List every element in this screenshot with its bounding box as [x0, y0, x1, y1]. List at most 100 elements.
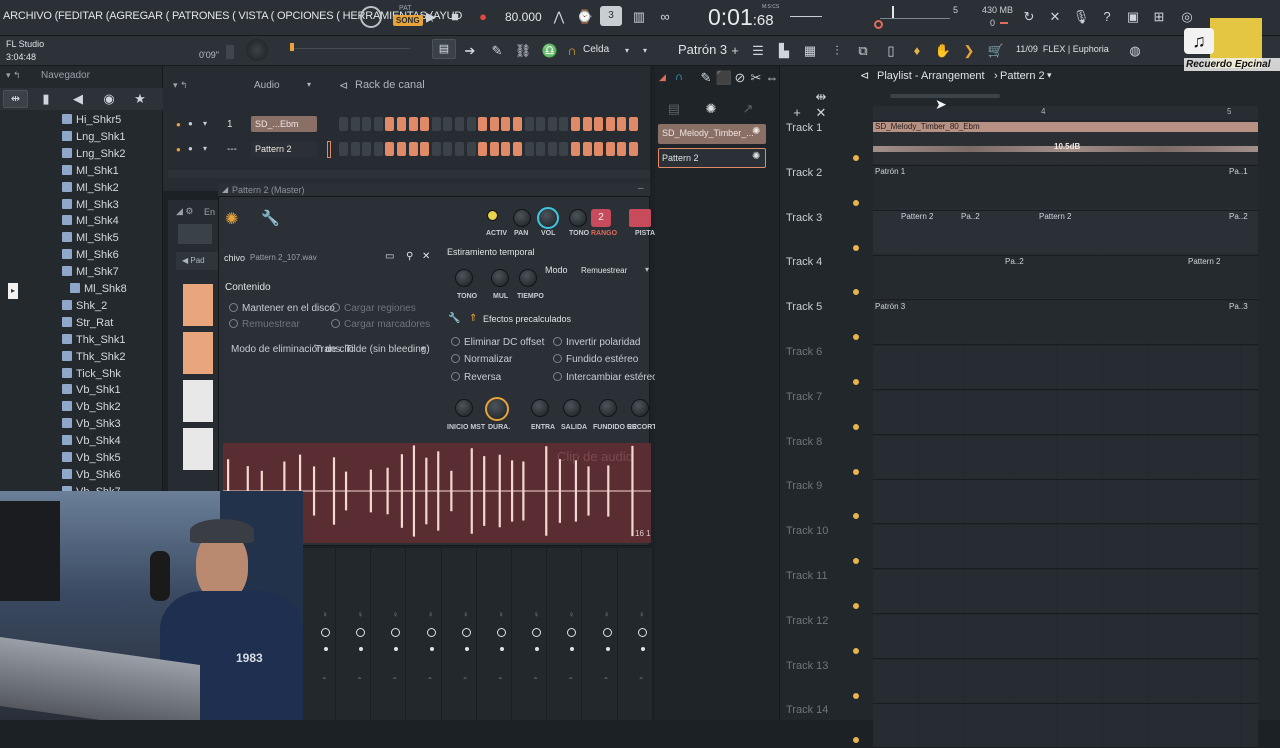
- clipboard-icon[interactable]: ▯: [882, 42, 900, 60]
- wrench-icon[interactable]: 🔧: [261, 209, 280, 227]
- range-value[interactable]: 2: [591, 209, 611, 227]
- mixer-pan-icon[interactable]: [426, 628, 436, 637]
- mixer-send-icon[interactable]: ♀: [498, 610, 504, 619]
- step-button[interactable]: [582, 142, 592, 156]
- mixer-send-icon[interactable]: ♀: [357, 610, 363, 619]
- step-button[interactable]: [339, 142, 348, 156]
- load-regions-option[interactable]: Cargar regiones: [331, 303, 416, 314]
- mixer-route-icon[interactable]: ⌃: [427, 676, 434, 685]
- envelope-knob[interactable]: [563, 399, 581, 417]
- track-label[interactable]: Track 5: [786, 301, 822, 313]
- mixer-strip[interactable]: ♀ ⌃: [318, 548, 336, 720]
- picker-headphone-icon[interactable]: ∩: [675, 71, 683, 83]
- step-button[interactable]: [594, 142, 604, 156]
- arrow-right-icon[interactable]: ➔: [461, 42, 479, 60]
- track-label[interactable]: Track 4: [786, 256, 822, 268]
- browser-file-item[interactable]: Thk_Shk2: [62, 350, 126, 368]
- channel-rack-icon[interactable]: ▦: [801, 42, 819, 60]
- master-volume-handle[interactable]: [892, 6, 894, 18]
- track-lane[interactable]: [873, 390, 1258, 435]
- mixer-strip[interactable]: ♀ ⌃: [353, 548, 372, 720]
- track-mute-led[interactable]: [853, 289, 859, 296]
- mixer-route-icon[interactable]: ⌃: [356, 676, 363, 685]
- playlist-close-icon[interactable]: ✕: [812, 104, 830, 122]
- channel-pan-icon[interactable]: ●: [188, 119, 193, 128]
- step-button[interactable]: [431, 117, 441, 131]
- browser-file-item[interactable]: Vb_Shk2: [62, 401, 121, 418]
- mixer-pan-icon[interactable]: [637, 628, 647, 637]
- browser-file-item[interactable]: Ml_Shk3: [62, 198, 119, 216]
- touch-icon[interactable]: ✋: [934, 42, 952, 60]
- plugin-icon[interactable]: ⊞: [1150, 8, 1168, 26]
- browser-file-item[interactable]: Ml_Shk5: [62, 232, 119, 249]
- waveform-tab-icon[interactable]: ✺: [225, 209, 238, 229]
- add-pattern-icon[interactable]: +: [726, 42, 744, 60]
- track-mute-led[interactable]: [853, 468, 859, 475]
- browser-file-item[interactable]: Vb_Shk6: [62, 468, 121, 486]
- playlist-pattern[interactable]: Pattern 2: [1000, 70, 1045, 82]
- cut-icon[interactable]: ✕: [1046, 8, 1064, 26]
- step-button[interactable]: [489, 117, 499, 131]
- mixer-route-icon[interactable]: ⌃: [603, 676, 610, 685]
- browser-db-icon[interactable]: ◉: [100, 90, 118, 108]
- snap-dropdown-icon[interactable]: ▾: [618, 42, 636, 60]
- microphone-icon[interactable]: 🎙: [1072, 8, 1090, 26]
- track-lane[interactable]: [873, 659, 1258, 704]
- track-mute-led[interactable]: [853, 647, 859, 654]
- clip-pattern-2-row-b[interactable]: Pa..2 Pattern 2: [873, 256, 1258, 298]
- channel-vol-icon[interactable]: ▾: [203, 119, 207, 128]
- file-close-icon[interactable]: ✕: [422, 251, 430, 262]
- step-button[interactable]: [605, 142, 615, 156]
- browser-file-icon[interactable]: ▮: [37, 90, 55, 108]
- mixer-send-icon[interactable]: ♀: [322, 610, 328, 619]
- pattern-dropdown-icon[interactable]: ▾: [636, 42, 654, 60]
- channel-vol-icon[interactable]: ▾: [203, 144, 207, 153]
- help-icon[interactable]: ?: [1098, 8, 1116, 26]
- step-button[interactable]: [559, 117, 569, 131]
- track-mute-led[interactable]: [853, 244, 859, 251]
- effect-radio[interactable]: [553, 337, 562, 346]
- mixer-pan-icon[interactable]: [602, 628, 612, 637]
- step-button[interactable]: [501, 117, 511, 131]
- pin-icon[interactable]: ⚲: [406, 251, 413, 262]
- mode-value[interactable]: Remuestrear: [581, 266, 627, 275]
- playlist-ruler[interactable]: 4 5: [873, 106, 1258, 120]
- mixer-dot-icon[interactable]: [429, 647, 434, 651]
- track-label[interactable]: Track 2: [786, 167, 822, 179]
- step-button[interactable]: [455, 117, 464, 131]
- mixer-pan-icon[interactable]: [321, 628, 330, 637]
- precomputed-wrench-icon[interactable]: 🔧: [448, 313, 460, 324]
- mixer-dot-icon[interactable]: [535, 647, 540, 651]
- step-button[interactable]: [362, 142, 372, 156]
- magnet-icon[interactable]: ∩: [563, 42, 581, 60]
- track-lane[interactable]: [873, 435, 1258, 480]
- scroll-marker[interactable]: [290, 43, 294, 51]
- mixer-route-icon[interactable]: ⌃: [532, 676, 539, 685]
- browser-star-icon[interactable]: ★: [131, 90, 149, 108]
- step-button[interactable]: [547, 117, 557, 131]
- mixer-strip[interactable]: ♀ ⌃: [494, 548, 512, 720]
- effect-option[interactable]: Intercambiar estéreo: [553, 372, 658, 383]
- channel-filter[interactable]: Audio: [254, 80, 280, 91]
- effect-option[interactable]: Normalizar: [451, 354, 512, 365]
- mixer-strip[interactable]: ♀ ⌃: [388, 548, 407, 720]
- step-button[interactable]: [617, 117, 627, 131]
- main-knob[interactable]: [246, 39, 268, 61]
- browser-file-item[interactable]: Vb_Shk5: [62, 452, 121, 469]
- track-label[interactable]: Track 11: [786, 570, 828, 582]
- stretch-mul-knob[interactable]: [491, 269, 509, 287]
- step-button[interactable]: [524, 142, 534, 156]
- mixer-pan-icon[interactable]: [356, 628, 366, 637]
- step-button[interactable]: [350, 117, 360, 131]
- mixer-pan-icon[interactable]: [391, 628, 401, 637]
- picker-arrow-icon[interactable]: ◢: [659, 72, 666, 83]
- step-button[interactable]: [397, 142, 406, 156]
- mixer-strip[interactable]: ♀ ⌃: [424, 548, 442, 720]
- effect-option[interactable]: Eliminar DC offset: [451, 337, 544, 348]
- track-lane[interactable]: [873, 614, 1258, 659]
- track-mute-led[interactable]: [853, 379, 859, 385]
- track-lane[interactable]: [873, 346, 1258, 390]
- browser-file-item[interactable]: Ml_Shk8: [70, 283, 127, 300]
- step-button[interactable]: [629, 117, 638, 131]
- browser-file-item[interactable]: Vb_Shk1: [62, 384, 121, 401]
